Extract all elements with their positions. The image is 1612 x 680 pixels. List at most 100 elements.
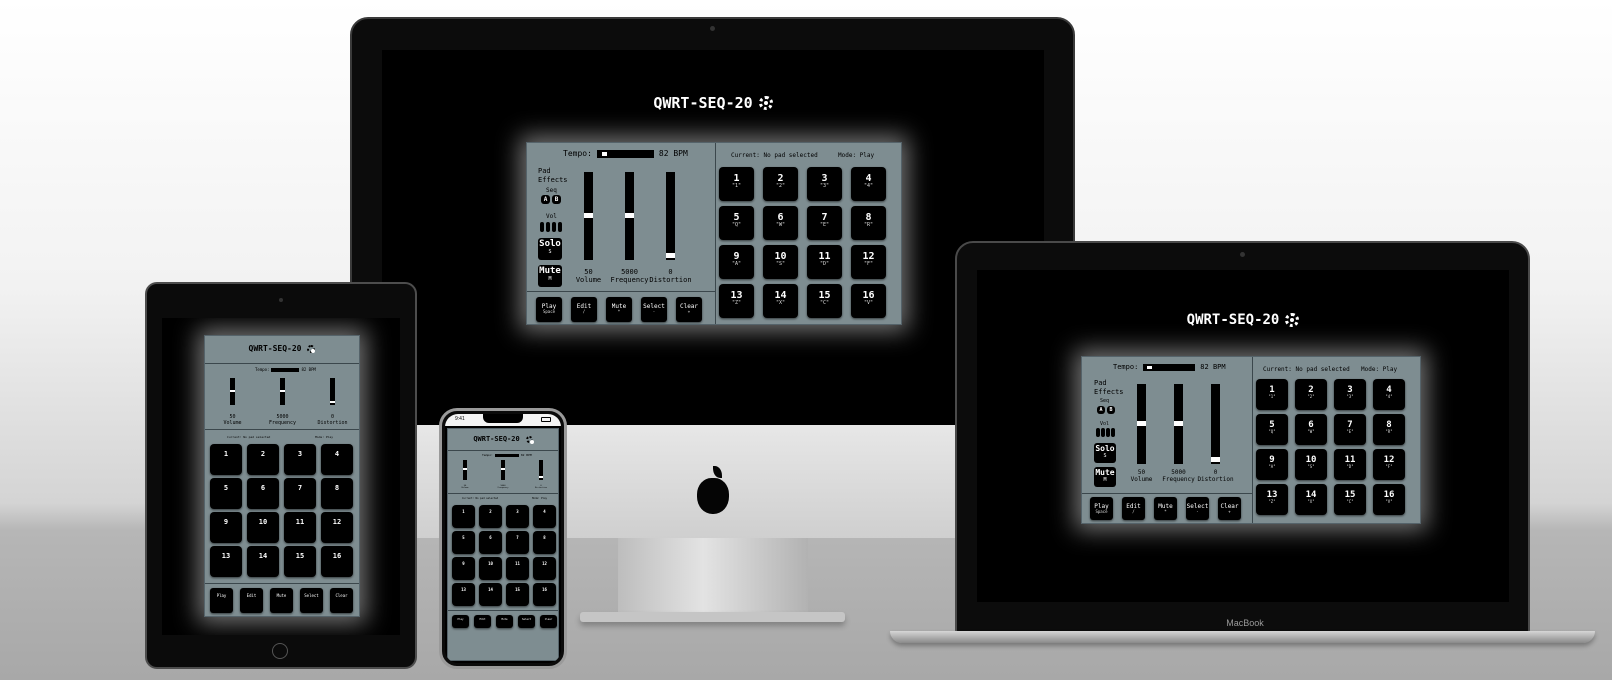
slider-thumb[interactable] bbox=[539, 476, 543, 478]
select-button[interactable]: Select - bbox=[1186, 497, 1209, 520]
slider-thumb[interactable] bbox=[625, 213, 634, 218]
pad-16[interactable]: 16 bbox=[321, 546, 353, 577]
pad-10[interactable]: 10 "S" bbox=[1295, 449, 1327, 480]
pad-9[interactable]: 9 "A" bbox=[1256, 449, 1288, 480]
frequency-slider[interactable] bbox=[625, 172, 634, 260]
pad-16[interactable]: 16 "V" bbox=[851, 284, 886, 318]
pad-14[interactable]: 14 "X" bbox=[763, 284, 798, 318]
pad-8[interactable]: 8 bbox=[533, 531, 556, 554]
seq-b-button[interactable]: B bbox=[1107, 406, 1115, 414]
play-button[interactable]: Play bbox=[452, 615, 469, 628]
tempo-thumb[interactable] bbox=[1147, 365, 1153, 369]
pad-9[interactable]: 9 bbox=[452, 557, 475, 580]
pad-13[interactable]: 13 "Z" bbox=[1256, 484, 1288, 515]
pad-5[interactable]: 5 bbox=[452, 531, 475, 554]
pad-2[interactable]: 2 bbox=[479, 505, 502, 528]
clear-button[interactable]: Clear bbox=[540, 615, 557, 628]
mute-button[interactable]: Mute * bbox=[1154, 497, 1177, 520]
pad-7[interactable]: 7 bbox=[284, 478, 316, 509]
select-button[interactable]: Select - bbox=[641, 297, 667, 322]
pad-1[interactable]: 1 "1" bbox=[1256, 379, 1288, 410]
settings-gear-icon[interactable] bbox=[307, 344, 316, 353]
slider-thumb[interactable] bbox=[1174, 421, 1183, 426]
pad-1[interactable]: 1 bbox=[452, 505, 475, 528]
volume-slider[interactable] bbox=[230, 378, 235, 405]
volume-slider[interactable] bbox=[1137, 384, 1146, 464]
slider-thumb[interactable] bbox=[666, 253, 675, 258]
select-button[interactable]: Select bbox=[518, 615, 535, 628]
tempo-thumb[interactable] bbox=[601, 151, 607, 156]
slider-thumb[interactable] bbox=[330, 401, 335, 403]
slider-thumb[interactable] bbox=[584, 213, 593, 218]
edit-button[interactable]: Edit bbox=[474, 615, 491, 628]
settings-gear-icon[interactable] bbox=[758, 96, 773, 110]
distortion-slider[interactable] bbox=[539, 460, 543, 480]
pad-5[interactable]: 5 "Q" bbox=[719, 206, 754, 240]
pad-10[interactable]: 10 bbox=[479, 557, 502, 580]
tempo-control[interactable]: Tempo: 82 BPM bbox=[1113, 363, 1226, 371]
pad-12[interactable]: 12 "F" bbox=[851, 245, 886, 279]
pad-3[interactable]: 3 "3" bbox=[807, 167, 842, 201]
pad-14[interactable]: 14 bbox=[247, 546, 279, 577]
select-button[interactable]: Select bbox=[300, 588, 323, 613]
pad-15[interactable]: 15 bbox=[284, 546, 316, 577]
frequency-slider[interactable] bbox=[280, 378, 285, 405]
play-button[interactable]: Play bbox=[210, 588, 233, 613]
tempo-slider[interactable] bbox=[271, 367, 300, 372]
distortion-slider[interactable] bbox=[666, 172, 675, 260]
slider-thumb[interactable] bbox=[1137, 421, 1146, 426]
pad-5[interactable]: 5 "Q" bbox=[1256, 414, 1288, 445]
pad-14[interactable]: 14 bbox=[479, 583, 502, 606]
solo-button[interactable]: Solo S bbox=[1094, 443, 1116, 463]
solo-button[interactable]: Solo S bbox=[538, 238, 562, 260]
distortion-slider[interactable] bbox=[1211, 384, 1220, 464]
pad-2[interactable]: 2 "2" bbox=[763, 167, 798, 201]
pad-2[interactable]: 2 "2" bbox=[1295, 379, 1327, 410]
slider-thumb[interactable] bbox=[463, 468, 467, 470]
pad-6[interactable]: 6 "W" bbox=[763, 206, 798, 240]
mute-button[interactable]: Mute * bbox=[606, 297, 632, 322]
pad-11[interactable]: 11 "D" bbox=[1334, 449, 1366, 480]
play-button[interactable]: Play Space bbox=[1090, 497, 1113, 520]
slider-thumb[interactable] bbox=[280, 390, 285, 392]
slider-thumb[interactable] bbox=[1211, 457, 1220, 462]
pad-14[interactable]: 14 "X" bbox=[1295, 484, 1327, 515]
pad-7[interactable]: 7 bbox=[506, 531, 529, 554]
pad-9[interactable]: 9 bbox=[210, 512, 242, 543]
pad-3[interactable]: 3 bbox=[506, 505, 529, 528]
seq-a-button[interactable]: A bbox=[1097, 406, 1105, 414]
pad-1[interactable]: 1 "1" bbox=[719, 167, 754, 201]
play-button[interactable]: Play Space bbox=[536, 297, 562, 322]
tempo-slider[interactable] bbox=[596, 149, 654, 158]
frequency-slider[interactable] bbox=[501, 460, 505, 480]
settings-gear-icon[interactable] bbox=[525, 435, 534, 444]
pad-7[interactable]: 7 "E" bbox=[807, 206, 842, 240]
tempo-slider[interactable] bbox=[1143, 363, 1196, 371]
seq-b-button[interactable]: B bbox=[552, 195, 561, 204]
pad-13[interactable]: 13 bbox=[452, 583, 475, 606]
pad-11[interactable]: 11 bbox=[284, 512, 316, 543]
pad-5[interactable]: 5 bbox=[210, 478, 242, 509]
slider-thumb[interactable] bbox=[230, 390, 235, 392]
distortion-slider[interactable] bbox=[330, 378, 335, 405]
pad-11[interactable]: 11 "D" bbox=[807, 245, 842, 279]
tempo-slider[interactable] bbox=[494, 453, 519, 457]
pad-6[interactable]: 6 bbox=[479, 531, 502, 554]
mute-button[interactable]: Mute bbox=[496, 615, 513, 628]
pad-4[interactable]: 4 "4" bbox=[851, 167, 886, 201]
pad-6[interactable]: 6 bbox=[247, 478, 279, 509]
pad-3[interactable]: 3 bbox=[284, 444, 316, 475]
pad-4[interactable]: 4 "4" bbox=[1373, 379, 1405, 410]
volume-slider[interactable] bbox=[463, 460, 467, 480]
volume-slider[interactable] bbox=[584, 172, 593, 260]
pad-12[interactable]: 12 bbox=[533, 557, 556, 580]
edit-button[interactable]: Edit / bbox=[1122, 497, 1145, 520]
frequency-slider[interactable] bbox=[1174, 384, 1183, 464]
pad-10[interactable]: 10 "S" bbox=[763, 245, 798, 279]
pad-10[interactable]: 10 bbox=[247, 512, 279, 543]
pad-12[interactable]: 12 "F" bbox=[1373, 449, 1405, 480]
slider-thumb[interactable] bbox=[501, 468, 505, 470]
pad-7[interactable]: 7 "E" bbox=[1334, 414, 1366, 445]
edit-button[interactable]: Edit / bbox=[571, 297, 597, 322]
tempo-control[interactable]: Tempo: 82 BPM bbox=[563, 149, 688, 158]
